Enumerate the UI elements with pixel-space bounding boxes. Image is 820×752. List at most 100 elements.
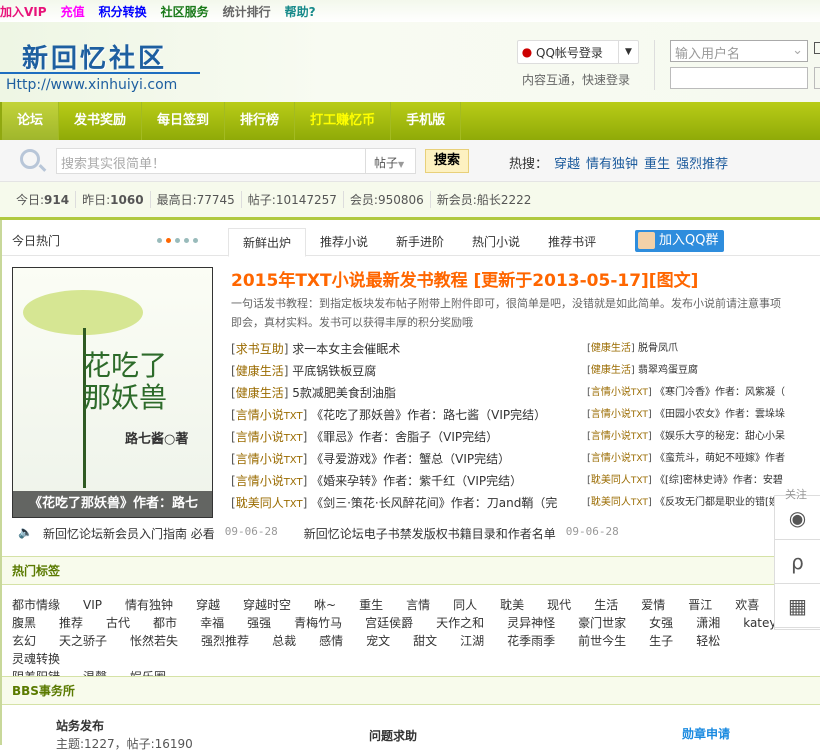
tag-link[interactable]: 女强 — [649, 614, 673, 632]
thread-title[interactable]: 《罪忌》作者：舍脂子（VIP完结） — [311, 430, 498, 444]
thread-category[interactable]: 言情小说 — [591, 387, 631, 398]
search-type-select[interactable]: 帖子▼ — [366, 148, 416, 174]
tag-link[interactable]: 穿越时空 — [243, 596, 291, 614]
nav-item[interactable]: 打工赚忆币 — [295, 102, 392, 140]
tag-link[interactable]: 花季雨季 — [507, 632, 555, 650]
tag-link[interactable]: 同人 — [453, 596, 477, 614]
thread-title[interactable]: 《田园小农女》作者：雲垛垛 — [655, 409, 785, 420]
hot-tab[interactable]: 推荐书评 — [534, 228, 610, 257]
tag-link[interactable]: 都市情缘 — [12, 596, 60, 614]
thread-item[interactable]: [耽美同人TXT] 《[综]密林史诗》作者：安碧 — [587, 470, 817, 492]
thread-item[interactable]: [言情小说TXT] 《罪忌》作者：舍脂子（VIP完结） — [231, 426, 557, 448]
nav-item[interactable]: 论坛 — [2, 102, 60, 140]
tag-link[interactable]: 推荐 — [59, 614, 83, 632]
tag-link[interactable]: 生活 — [594, 596, 618, 614]
tag-link[interactable]: 咻~ — [314, 596, 336, 614]
thread-item[interactable]: [言情小说TXT] 《花吃了那妖兽》作者：路七酱（VIP完结） — [231, 404, 557, 426]
tag-link[interactable]: 灵魂转换 — [12, 650, 60, 668]
thread-title[interactable]: 翡翠鸡蛋豆腐 — [638, 365, 698, 376]
tag-link[interactable]: 情有独钟 — [125, 596, 173, 614]
tag-link[interactable]: 古代 — [106, 614, 130, 632]
thread-category[interactable]: 言情小说 — [591, 431, 631, 442]
hot-tab[interactable]: 新手进阶 — [382, 228, 458, 257]
tag-link[interactable]: katey — [743, 614, 776, 632]
thread-item[interactable]: [言情小说TXT] 《婚来孕转》作者：紫千红（VIP完结） — [231, 470, 557, 492]
thread-item[interactable]: [健康生活] 翡翠鸡蛋豆腐 — [587, 360, 817, 382]
thread-category[interactable]: 耽美同人 — [591, 475, 631, 486]
tag-link[interactable]: 言情 — [406, 596, 430, 614]
tag-link[interactable]: 重生 — [359, 596, 383, 614]
search-input[interactable]: 搜索其实很简单！ — [56, 148, 366, 174]
thread-title[interactable]: 《蛮荒斗，萌妃不哑嫁》作者 — [655, 453, 785, 464]
tag-link[interactable]: 潇湘 — [696, 614, 720, 632]
tag-link[interactable]: 都市 — [153, 614, 177, 632]
headline-link[interactable]: 2015年TXT小说最新发书教程 [更新于2013-05-17][图文] — [231, 266, 698, 291]
tag-link[interactable]: 穿越 — [196, 596, 220, 614]
search-button[interactable]: 搜索 — [425, 149, 469, 173]
thread-title[interactable]: 《婚来孕转》作者：紫千红（VIP完结） — [311, 474, 522, 488]
tag-link[interactable]: 强强 — [247, 614, 271, 632]
notice-link[interactable]: 新回忆论坛电子书禁发版权书籍目录和作者名单 — [304, 525, 556, 542]
tag-link[interactable]: 怅然若失 — [130, 632, 178, 650]
tag-link[interactable]: 幸福 — [200, 614, 224, 632]
hot-search-link[interactable]: 强烈推荐 — [676, 153, 728, 172]
caret-down-icon[interactable]: ▼ — [618, 41, 638, 63]
thread-category[interactable]: 言情小说 — [236, 452, 284, 466]
remember-checkbox[interactable] — [814, 42, 820, 54]
forum-name[interactable]: 问题求助 — [369, 727, 417, 744]
tag-link[interactable]: 灵异神怪 — [507, 614, 555, 632]
tag-link[interactable]: 耽美 — [500, 596, 524, 614]
thread-category[interactable]: 求书互助 — [236, 342, 284, 356]
thread-category[interactable]: 言情小说 — [236, 430, 284, 444]
tag-link[interactable]: 天作之和 — [436, 614, 484, 632]
thread-category[interactable]: 健康生活 — [236, 364, 284, 378]
top-link[interactable]: 帮助? — [285, 3, 316, 20]
password-input[interactable] — [670, 67, 808, 89]
qq-login-button[interactable]: ● QQ帐号登录 ▼ — [517, 40, 639, 64]
notice-link[interactable]: 新回忆论坛新会员入门指南 必看 — [43, 525, 215, 542]
thread-title[interactable]: 《反攻无门都是职业的错[娱 — [655, 497, 779, 508]
login-button[interactable] — [814, 67, 820, 89]
hot-search-link[interactable]: 重生 — [644, 153, 670, 172]
tag-link[interactable]: 前世今生 — [578, 632, 626, 650]
tag-link[interactable]: 豪门世家 — [578, 614, 626, 632]
hot-search-link[interactable]: 情有独钟 — [586, 153, 638, 172]
thread-item[interactable]: [耽美同人TXT] 《剑三·策花·长风醉花间》作者：刀and鞘（完 — [231, 492, 557, 514]
thread-item[interactable]: [健康生活] 脱骨凤爪 — [587, 338, 817, 360]
nav-item[interactable]: 排行榜 — [225, 102, 296, 140]
tag-link[interactable]: 腹黑 — [12, 614, 36, 632]
tag-link[interactable]: 感情 — [319, 632, 343, 650]
qr-code-icon[interactable]: ▦ — [775, 584, 820, 628]
top-link[interactable]: 统计排行 — [223, 3, 271, 20]
thread-item[interactable]: [言情小说TXT] 《田园小农女》作者：雲垛垛 — [587, 404, 817, 426]
site-logo[interactable]: 新回忆社区 — [22, 38, 167, 75]
thread-category[interactable]: 言情小说 — [236, 408, 284, 422]
nav-item[interactable]: 每日签到 — [142, 102, 226, 140]
hot-tab[interactable]: 热门小说 — [458, 228, 534, 257]
tag-link[interactable]: 生子 — [649, 632, 673, 650]
thread-item[interactable]: [健康生活] 平底锅铁板豆腐 — [231, 360, 557, 382]
thread-item[interactable]: [言情小说TXT] 《寻爱游戏》作者：蟹总（VIP完结） — [231, 448, 557, 470]
thread-title[interactable]: 5款减肥美食刮油脂 — [292, 386, 396, 400]
join-qq-group-button[interactable]: 加入QQ群 — [635, 230, 724, 252]
thread-category[interactable]: 耽美同人 — [236, 496, 284, 510]
tag-link[interactable]: 轻松 — [696, 632, 720, 650]
top-link[interactable]: 社区服务 — [161, 3, 209, 20]
tag-link[interactable]: 现代 — [547, 596, 571, 614]
thread-category[interactable]: 言情小说 — [591, 409, 631, 420]
top-link[interactable]: 加入VIP — [0, 3, 47, 20]
hot-tab[interactable]: 推荐小说 — [306, 228, 382, 257]
tag-link[interactable]: 青梅竹马 — [294, 614, 342, 632]
top-link[interactable]: 充值 — [61, 3, 85, 20]
tag-link[interactable]: 玄幻 — [12, 632, 36, 650]
thread-item[interactable]: [求书互助] 求一本女主会催眠术 — [231, 338, 557, 360]
top-link[interactable]: 积分转换 — [99, 3, 147, 20]
tag-link[interactable]: 爱情 — [641, 596, 665, 614]
hot-search-link[interactable]: 穿越 — [554, 153, 580, 172]
thread-item[interactable]: [健康生活] 5款减肥美食刮油脂 — [231, 382, 557, 404]
thread-title[interactable]: 《寒门冷香》作者：风紫凝（ — [655, 387, 785, 398]
tag-link[interactable]: 天之骄子 — [59, 632, 107, 650]
tag-link[interactable]: 宫廷侯爵 — [365, 614, 413, 632]
thread-title[interactable]: 《剑三·策花·长风醉花间》作者：刀and鞘（完 — [311, 496, 557, 510]
slide-dots[interactable] — [157, 238, 198, 243]
